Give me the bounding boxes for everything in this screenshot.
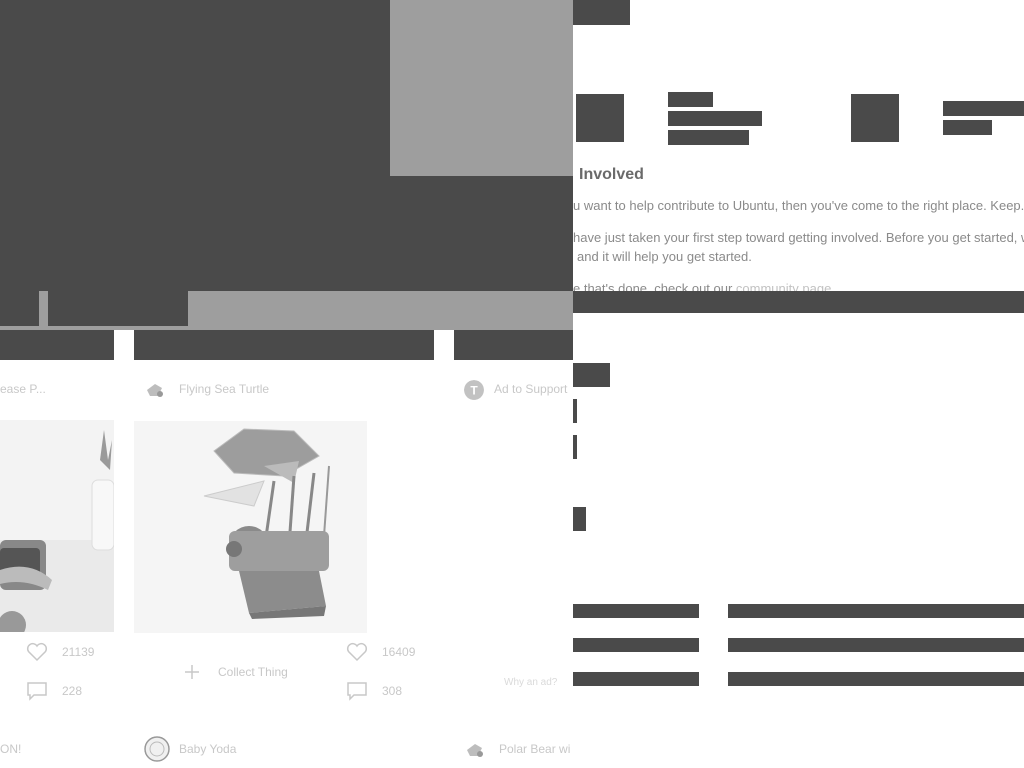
card-header-bar-1 (0, 330, 114, 360)
t-badge-icon: T (464, 380, 484, 400)
card-title[interactable]: Polar Bear wi (499, 742, 570, 756)
like-count: 21139 (62, 645, 95, 659)
comment-count: 228 (62, 684, 83, 698)
table-cell-block (573, 638, 699, 652)
comment-icon[interactable] (26, 681, 48, 701)
avatar[interactable] (142, 376, 168, 402)
marker-block (573, 435, 577, 459)
thing-card[interactable]: ease P... 21139 228 ON! (0, 360, 114, 768)
marker-block (573, 399, 577, 423)
text-line-block (943, 101, 1024, 116)
paragraph: and it will help you get started. (577, 249, 752, 264)
ad-card[interactable]: T Ad to Support Why an ad? Polar Bear wi (454, 360, 573, 768)
avatar[interactable] (144, 736, 170, 762)
paragraph: u want to help contribute to Ubuntu, the… (573, 198, 1024, 213)
table-cell-block (728, 604, 1024, 618)
tab-block-1[interactable] (0, 291, 39, 326)
collect-thing-button[interactable]: Collect Thing (218, 665, 288, 679)
media-block-1[interactable] (576, 94, 624, 142)
text-line-block (943, 120, 992, 135)
card-title[interactable]: Baby Yoda (179, 742, 236, 756)
paragraph: have just taken your first step toward g… (573, 230, 1024, 245)
card-header-bar-3 (454, 330, 573, 360)
thing-photo (0, 430, 114, 632)
plus-icon[interactable] (184, 664, 200, 680)
gray-panel (390, 0, 573, 176)
card-title[interactable]: ease P... (0, 382, 46, 396)
comment-count: 308 (382, 684, 403, 698)
why-ad-link[interactable]: Why an ad? (504, 677, 557, 688)
table-cell-block (728, 638, 1024, 652)
text-line-block (668, 111, 762, 126)
section-heading: Involved (579, 166, 644, 183)
card-title[interactable]: Flying Sea Turtle (179, 382, 269, 396)
card-title[interactable]: Ad to Support (494, 382, 567, 396)
marker-block (573, 507, 586, 531)
text-line-block (668, 92, 713, 107)
tab-block-2[interactable] (48, 291, 188, 326)
thing-photo (203, 428, 330, 619)
heart-icon[interactable] (346, 642, 368, 662)
media-block-2[interactable] (851, 94, 899, 142)
table-cell-block (573, 604, 699, 618)
card-image[interactable] (0, 420, 114, 632)
button-block[interactable] (573, 363, 610, 387)
heart-icon[interactable] (26, 642, 48, 662)
table-cell-block (573, 672, 699, 686)
avatar[interactable] (462, 736, 488, 762)
like-count: 16409 (382, 645, 416, 659)
svg-text:T: T (470, 384, 478, 398)
card-header-bar-2 (134, 330, 434, 360)
comment-icon[interactable] (346, 681, 368, 701)
divider-bar (573, 291, 1024, 313)
top-block (573, 0, 630, 25)
thing-card[interactable]: Flying Sea Turtle 16409 Collect Thing 30… (134, 360, 434, 768)
card-image[interactable] (134, 421, 367, 633)
card-title[interactable]: ON! (0, 742, 21, 756)
text-line-block (668, 130, 749, 145)
table-cell-block (728, 672, 1024, 686)
